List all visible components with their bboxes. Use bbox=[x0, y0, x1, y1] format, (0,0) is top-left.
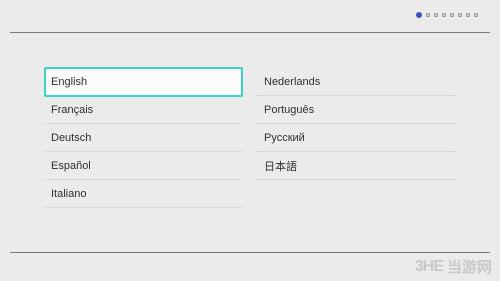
language-option-french[interactable]: Français bbox=[44, 96, 243, 124]
page-dot bbox=[458, 13, 462, 17]
language-option-russian[interactable]: Русский bbox=[257, 124, 455, 152]
language-option-english[interactable]: English bbox=[44, 67, 243, 97]
language-list-left: English Français Deutsch Español Italian… bbox=[44, 67, 243, 208]
language-option-portuguese[interactable]: Português bbox=[257, 96, 455, 124]
language-option-german[interactable]: Deutsch bbox=[44, 124, 243, 152]
language-label: English bbox=[51, 76, 88, 88]
bottom-divider bbox=[10, 252, 490, 253]
language-label: Español bbox=[51, 159, 91, 172]
language-option-japanese[interactable]: 日本語 bbox=[257, 152, 455, 180]
page-dot bbox=[474, 13, 478, 17]
watermark-logo: 3HE bbox=[414, 257, 444, 275]
language-label: Italiano bbox=[51, 187, 87, 200]
page-dot bbox=[434, 13, 438, 17]
language-option-spanish[interactable]: Español bbox=[44, 152, 243, 180]
page-indicator bbox=[416, 12, 478, 18]
page-dot bbox=[466, 13, 470, 17]
page-dot bbox=[450, 13, 454, 17]
top-divider bbox=[10, 32, 490, 33]
language-label: Deutsch bbox=[51, 131, 92, 144]
language-label: Русский bbox=[264, 131, 305, 144]
language-label: 日本語 bbox=[264, 160, 297, 173]
watermark-text: 当游网 bbox=[446, 259, 492, 276]
watermark: 3HE 当游网 bbox=[415, 256, 492, 277]
language-label: Nederlands bbox=[264, 75, 321, 88]
page-dot-active bbox=[416, 12, 422, 18]
language-option-dutch[interactable]: Nederlands bbox=[257, 68, 455, 96]
language-label: Português bbox=[264, 103, 315, 116]
language-list-right: Nederlands Português Русский 日本語 bbox=[257, 68, 455, 180]
page-dot bbox=[442, 13, 446, 17]
language-label: Français bbox=[51, 103, 94, 116]
language-option-italian[interactable]: Italiano bbox=[44, 180, 243, 208]
page-dot bbox=[426, 13, 430, 17]
